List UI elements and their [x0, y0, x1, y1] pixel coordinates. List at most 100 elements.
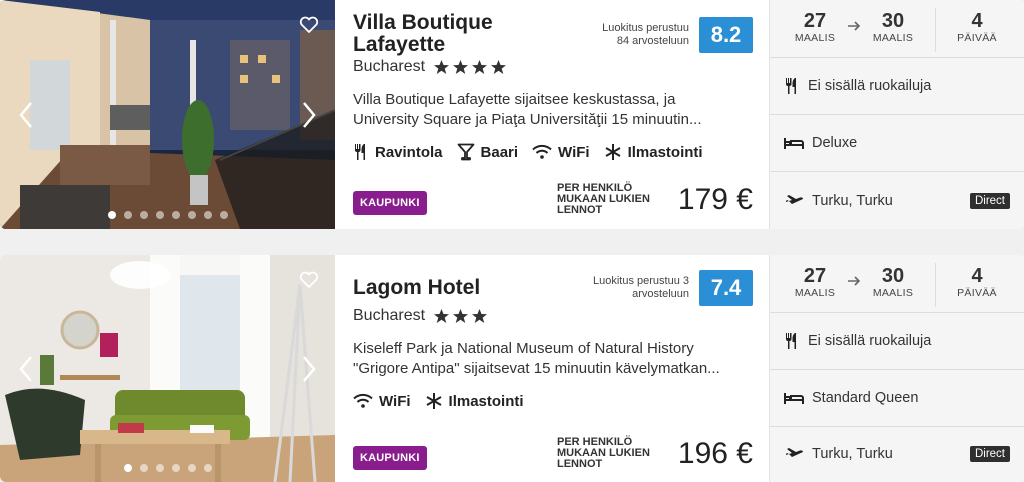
check-in-month: MAALIS	[794, 32, 836, 44]
amenity-label: Ilmastointi	[627, 143, 703, 161]
hotel-photo	[0, 0, 335, 229]
chevron-right-icon[interactable]	[299, 100, 319, 130]
carousel-dot[interactable]	[155, 211, 164, 219]
hotel-location: Bucharest	[353, 58, 426, 75]
star-rating	[433, 59, 507, 75]
bar-icon	[457, 143, 474, 161]
flight-row: Turku, Turku Direct	[770, 172, 1024, 229]
check-in-date: 27 MAALIS	[780, 10, 850, 44]
amenity-item: Ilmastointi	[425, 392, 524, 410]
carousel-dot[interactable]	[203, 211, 212, 219]
carousel-dots	[0, 464, 335, 472]
divider	[935, 8, 936, 52]
restaurant-icon	[786, 333, 796, 349]
amenity-label: WiFi	[379, 392, 411, 410]
board-row: Ei sisällä ruokailuja	[770, 58, 1024, 115]
check-out-day: 30	[881, 10, 905, 32]
check-out-month: MAALIS	[872, 287, 914, 299]
date-summary: 27 MAALIS 30 MAALIS 4 PÄIVÄÄ	[770, 0, 1024, 58]
per-person-note: PER HENKILÖ MUKAAN LUKIEN LENNOT	[557, 183, 662, 216]
star-rating	[433, 308, 488, 324]
check-in-date: 27 MAALIS	[780, 265, 850, 299]
hotel-card[interactable]: Lagom Hotel Bucharest Luokitus perustuu …	[0, 255, 1024, 482]
restaurant-icon	[786, 78, 796, 94]
description-line: University Square ja Piaţa Universităţii…	[353, 111, 702, 128]
trip-length: 4 PÄIVÄÄ	[942, 10, 1012, 44]
carousel-dot[interactable]	[123, 464, 132, 472]
snowflake-icon	[426, 393, 442, 409]
board-label: Ei sisällä ruokailuja	[808, 78, 932, 94]
airplane-icon	[785, 447, 803, 460]
price[interactable]: 179 €	[678, 183, 753, 217]
location-row: Bucharest	[353, 58, 507, 76]
nights-label: PÄIVÄÄ	[957, 32, 997, 44]
carousel-dot[interactable]	[155, 464, 164, 472]
carousel-dot[interactable]	[123, 211, 132, 219]
check-in-day: 27	[803, 10, 827, 32]
trip-details: 27 MAALIS 30 MAALIS 4 PÄIVÄÄ Ei sisällä …	[769, 0, 1024, 229]
flight-label: Turku, Turku	[812, 192, 893, 209]
snowflake-icon	[605, 144, 621, 160]
carousel-dot[interactable]	[203, 464, 212, 472]
divider	[935, 263, 936, 307]
room-label: Deluxe	[812, 135, 858, 151]
description-line: Kiseleff Park ja National Museum of Natu…	[353, 340, 694, 357]
category-badge: KAUPUNKI	[353, 191, 427, 215]
chevron-right-icon[interactable]	[299, 354, 319, 384]
hotel-photo-carousel[interactable]	[0, 255, 335, 482]
hotel-name[interactable]: Villa Boutique Lafayette	[353, 12, 583, 56]
chevron-left-icon[interactable]	[16, 100, 36, 130]
price[interactable]: 196 €	[678, 437, 753, 471]
star-icon	[434, 60, 450, 74]
amenity-item: WiFi	[532, 144, 590, 161]
amenity-item: Baari	[457, 143, 519, 161]
hotel-description[interactable]: Villa Boutique Lafayette sijaitsee kesku…	[353, 90, 753, 130]
check-out-month: MAALIS	[872, 32, 914, 44]
hotel-card[interactable]: Villa Boutique Lafayette Bucharest Luoki…	[0, 0, 1024, 229]
amenity-item: Ilmastointi	[604, 143, 703, 161]
category-badge: KAUPUNKI	[353, 446, 427, 470]
hotel-info: Lagom Hotel Bucharest Luokitus perustuu …	[335, 255, 769, 482]
room-label: Standard Queen	[812, 390, 919, 406]
favorite-heart-icon[interactable]	[299, 271, 319, 289]
nights-count: 4	[971, 10, 983, 32]
star-icon	[472, 60, 488, 74]
amenity-label: Baari	[480, 143, 519, 161]
amenity-label: Ilmastointi	[448, 392, 524, 410]
amenity-label: Ravintola	[375, 143, 443, 161]
carousel-dot[interactable]	[187, 464, 196, 472]
carousel-dot[interactable]	[171, 211, 180, 219]
rating-note-line: 84 arvosteluun	[616, 35, 689, 47]
location-row: Bucharest	[353, 307, 488, 325]
chevron-left-icon[interactable]	[16, 354, 36, 384]
carousel-dot[interactable]	[187, 211, 196, 219]
carousel-dot[interactable]	[107, 211, 116, 219]
hotel-name[interactable]: Lagom Hotel	[353, 277, 583, 299]
flight-row: Turku, Turku Direct	[770, 425, 1024, 482]
trip-length: 4 PÄIVÄÄ	[942, 265, 1012, 299]
check-out-date: 30 MAALIS	[858, 10, 928, 44]
wifi-icon	[532, 144, 552, 159]
carousel-dot[interactable]	[219, 211, 228, 219]
star-icon	[491, 60, 507, 74]
amenity-item: WiFi	[353, 393, 411, 410]
restaurant-icon	[355, 144, 365, 160]
check-out-date: 30 MAALIS	[858, 265, 928, 299]
favorite-heart-icon[interactable]	[299, 16, 319, 34]
direct-badge: Direct	[969, 192, 1010, 209]
nights-label: PÄIVÄÄ	[957, 287, 997, 299]
amenity-item: Ravintola	[353, 143, 443, 161]
trip-details: 27 MAALIS 30 MAALIS 4 PÄIVÄÄ Ei sisällä …	[769, 255, 1024, 482]
hotel-photo-carousel[interactable]	[0, 0, 335, 229]
hotel-photo	[0, 255, 335, 482]
amenities-list: Ravintola Baari WiFi Ilmastointi	[353, 143, 703, 161]
hotel-description[interactable]: Kiseleff Park ja National Museum of Natu…	[353, 339, 753, 379]
star-icon	[472, 309, 488, 323]
star-icon	[453, 60, 469, 74]
hotel-location: Bucharest	[353, 307, 426, 324]
carousel-dot[interactable]	[139, 211, 148, 219]
check-in-day: 27	[803, 265, 827, 287]
per-person-line: LENNOT	[557, 458, 603, 470]
carousel-dot[interactable]	[139, 464, 148, 472]
carousel-dot[interactable]	[171, 464, 180, 472]
